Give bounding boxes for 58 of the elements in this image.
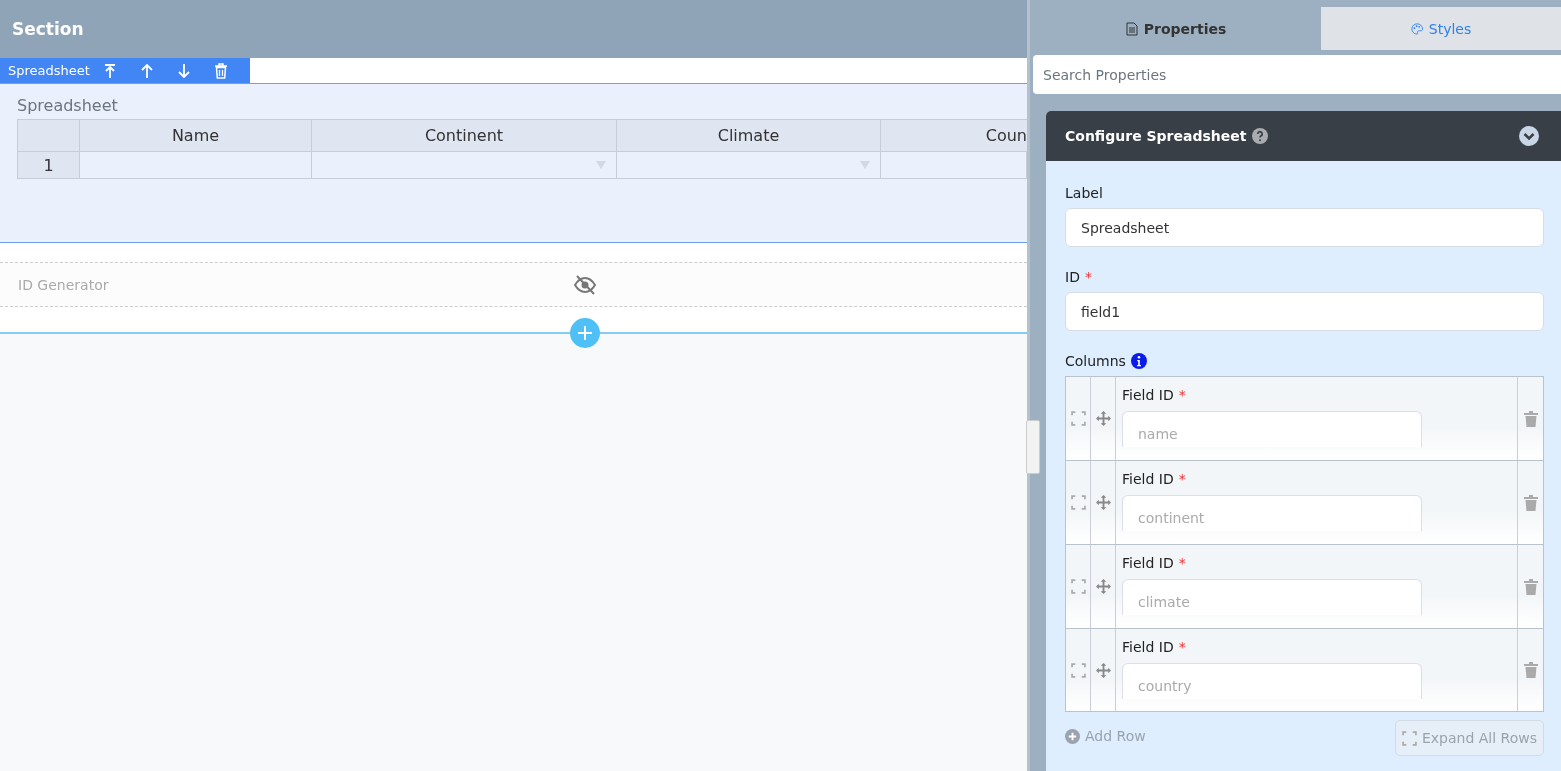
- move-icon[interactable]: [1095, 579, 1111, 594]
- field-label: Field ID: [1122, 387, 1174, 403]
- search-field[interactable]: Search Properties: [1033, 55, 1561, 94]
- expand-icon[interactable]: [1070, 579, 1086, 594]
- field-label: Label: [1065, 185, 1103, 201]
- input-field[interactable]: continent: [1122, 495, 1422, 531]
- expand-icon[interactable]: [1070, 495, 1086, 510]
- card-header[interactable]: Configure Spreadsheet: [1046, 111, 1561, 161]
- field-label: ID: [1065, 269, 1080, 285]
- plus-circle-icon: [1065, 728, 1080, 744]
- expand-icon[interactable]: [1070, 662, 1086, 678]
- move-icon[interactable]: [1095, 495, 1111, 510]
- columns-label: Columns: [1065, 353, 1126, 369]
- column-header: Climate: [617, 120, 881, 152]
- document-icon: [1125, 21, 1138, 36]
- table-cell[interactable]: [881, 152, 1027, 179]
- chevron-icon[interactable]: [1519, 126, 1539, 146]
- input-field[interactable]: country: [1122, 663, 1422, 699]
- field-label: ID Generator: [18, 276, 110, 293]
- trash-icon[interactable]: [212, 62, 229, 79]
- input-field[interactable]: name: [1122, 411, 1422, 447]
- row-number: 1: [18, 152, 80, 179]
- required-mark: *: [1178, 639, 1186, 655]
- tab[interactable]: Styles: [1321, 7, 1561, 50]
- card-title: Configure Spreadsheet: [1065, 128, 1247, 144]
- section-title: Section: [12, 19, 84, 39]
- move-icon[interactable]: [1095, 411, 1111, 426]
- column-header: Continent: [312, 120, 617, 152]
- resize-handle[interactable]: [1026, 420, 1040, 474]
- required-mark: *: [1178, 471, 1186, 487]
- toolbar-label: Spreadsheet: [8, 63, 90, 78]
- expand-icon[interactable]: [1070, 411, 1086, 426]
- trash-icon[interactable]: [1523, 494, 1538, 511]
- table-cell[interactable]: [617, 152, 881, 179]
- input-field[interactable]: Spreadsheet: [1065, 208, 1544, 247]
- field-label: Field ID: [1122, 471, 1174, 487]
- field-label: Field ID: [1122, 555, 1174, 571]
- input-field[interactable]: climate: [1122, 579, 1422, 615]
- trash-icon[interactable]: [1523, 410, 1538, 427]
- table-cell[interactable]: [80, 152, 312, 179]
- trash-icon[interactable]: [1523, 578, 1538, 595]
- column-header: Name: [80, 120, 312, 152]
- trash-icon[interactable]: [1523, 662, 1538, 678]
- help-icon[interactable]: [1252, 128, 1269, 144]
- palette-icon: [1410, 21, 1423, 36]
- spreadsheet-label: Spreadsheet: [17, 96, 119, 115]
- move-icon[interactable]: [1095, 662, 1111, 678]
- table-cell[interactable]: [312, 152, 617, 179]
- required-mark: *: [1178, 555, 1186, 571]
- info-icon[interactable]: [1130, 353, 1147, 369]
- expand-icon: [1401, 730, 1417, 746]
- column-header: Coun: [881, 120, 1027, 152]
- required-mark: *: [1178, 387, 1186, 403]
- field-label: Field ID: [1122, 639, 1174, 655]
- required-mark: *: [1084, 269, 1092, 285]
- add-component-icon[interactable]: [570, 318, 600, 348]
- input-field[interactable]: field1: [1065, 292, 1544, 331]
- arrow-down-icon[interactable]: [175, 62, 192, 79]
